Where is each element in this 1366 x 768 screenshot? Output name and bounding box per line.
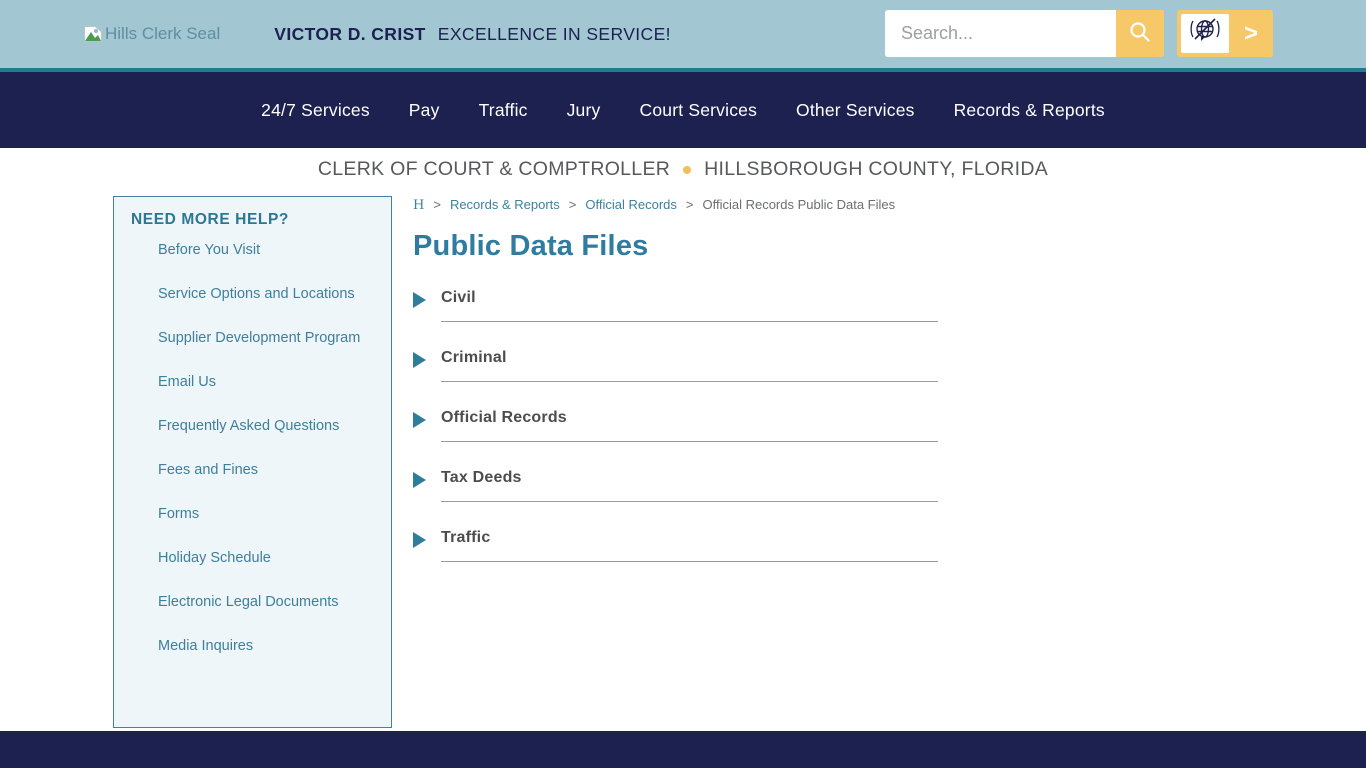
list-item: Supplier Development Program [158,326,374,350]
breadcrumb: H > Records & Reports > Official Records… [413,197,938,213]
language-go-button[interactable]: > [1229,10,1273,57]
site-title: VICTOR D. CRIST EXCELLENCE IN SERVICE! [274,24,671,45]
language-selector[interactable] [1181,14,1229,53]
accordion-label: Criminal [441,349,507,366]
list-item: Frequently Asked Questions [158,414,374,438]
nav-item-pay[interactable]: Pay [409,100,440,121]
broken-image-icon [84,26,102,42]
breadcrumb-current-page: Official Records Public Data Files [702,197,895,212]
main-navigation: 24/7 Services Pay Traffic Jury Court Ser… [0,72,1366,148]
tagline: EXCELLENCE IN SERVICE! [438,24,671,45]
expand-triangle-icon [413,352,426,368]
logo-alt-text: Hills Clerk Seal [105,24,220,44]
list-item: Service Options and Locations [158,282,374,306]
breadcrumb-separator: > [433,197,441,212]
breadcrumb-home-link[interactable]: H [413,198,424,213]
sidebar-item-forms[interactable]: Forms [158,506,199,522]
list-item: Before You Visit [158,238,374,262]
breadcrumb-records-reports-link[interactable]: Records & Reports [450,197,560,212]
list-item: Electronic Legal Documents [158,590,374,614]
sidebar-item-supplier-development[interactable]: Supplier Development Program [158,330,360,346]
accordion-label: Civil [441,289,476,306]
org-banner: CLERK OF COURT & COMPTROLLER HILLSBOROUG… [0,148,1366,191]
nav-item-247-services[interactable]: 24/7 Services [261,100,370,121]
main-content: H > Records & Reports > Official Records… [413,191,938,589]
expand-triangle-icon [413,292,426,308]
nav-item-records-reports[interactable]: Records & Reports [954,100,1105,121]
expand-triangle-icon [413,412,426,428]
translate-globe-icon [1188,15,1222,52]
accordion-underline: Official Records [441,409,938,442]
list-item: Email Us [158,370,374,394]
official-name: VICTOR D. CRIST [274,24,426,45]
accordion-official-records[interactable]: Official Records [413,409,938,469]
sidebar-item-before-you-visit[interactable]: Before You Visit [158,242,260,258]
accordion-civil[interactable]: Civil [413,289,938,349]
org-banner-left: CLERK OF COURT & COMPTROLLER [318,158,670,181]
list-item: Holiday Schedule [158,546,374,570]
site-logo[interactable]: Hills Clerk Seal [84,24,220,44]
accordion-label: Official Records [441,409,567,426]
accordion-underline: Traffic [441,529,938,562]
page-title: Public Data Files [413,230,938,263]
org-banner-right: HILLSBOROUGH COUNTY, FLORIDA [704,158,1048,181]
sidebar-list: Before You Visit Service Options and Loc… [131,238,374,658]
list-item: Forms [158,502,374,526]
sidebar-title: NEED MORE HELP? [131,211,374,229]
nav-item-traffic[interactable]: Traffic [479,100,528,121]
search-box [885,10,1164,57]
search-input[interactable] [885,10,1116,57]
sidebar-item-email-us[interactable]: Email Us [158,374,216,390]
accordion-tax-deeds[interactable]: Tax Deeds [413,469,938,529]
help-sidebar: NEED MORE HELP? Before You Visit Service… [113,196,392,728]
breadcrumb-official-records-link[interactable]: Official Records [585,197,677,212]
gold-dot-icon [683,166,691,174]
search-icon [1129,21,1151,46]
search-area: > [885,10,1273,57]
language-widget: > [1177,10,1273,57]
expand-triangle-icon [413,532,426,548]
top-header: Hills Clerk Seal VICTOR D. CRIST EXCELLE… [0,0,1366,68]
content-area: NEED MORE HELP? Before You Visit Service… [0,191,1366,731]
breadcrumb-separator: > [569,197,577,212]
accordion-traffic[interactable]: Traffic [413,529,938,589]
nav-item-jury[interactable]: Jury [567,100,601,121]
sidebar-item-fees-fines[interactable]: Fees and Fines [158,462,258,478]
accordion-criminal[interactable]: Criminal [413,349,938,409]
nav-item-other-services[interactable]: Other Services [796,100,915,121]
expand-triangle-icon [413,472,426,488]
search-button[interactable] [1116,10,1164,57]
accordion-underline: Criminal [441,349,938,382]
accordion-label: Traffic [441,529,490,546]
breadcrumb-separator: > [686,197,694,212]
list-item: Fees and Fines [158,458,374,482]
accordion-underline: Civil [441,289,938,322]
sidebar-item-service-options[interactable]: Service Options and Locations [158,286,355,302]
page-footer [0,731,1366,768]
list-item: Media Inquires [158,634,374,658]
sidebar-item-faq[interactable]: Frequently Asked Questions [158,418,339,434]
accordion-underline: Tax Deeds [441,469,938,502]
sidebar-item-media-inquires[interactable]: Media Inquires [158,638,253,654]
sidebar-item-electronic-legal-documents[interactable]: Electronic Legal Documents [158,594,339,610]
accordion-label: Tax Deeds [441,469,522,486]
sidebar-item-holiday-schedule[interactable]: Holiday Schedule [158,550,271,566]
nav-item-court-services[interactable]: Court Services [639,100,757,121]
